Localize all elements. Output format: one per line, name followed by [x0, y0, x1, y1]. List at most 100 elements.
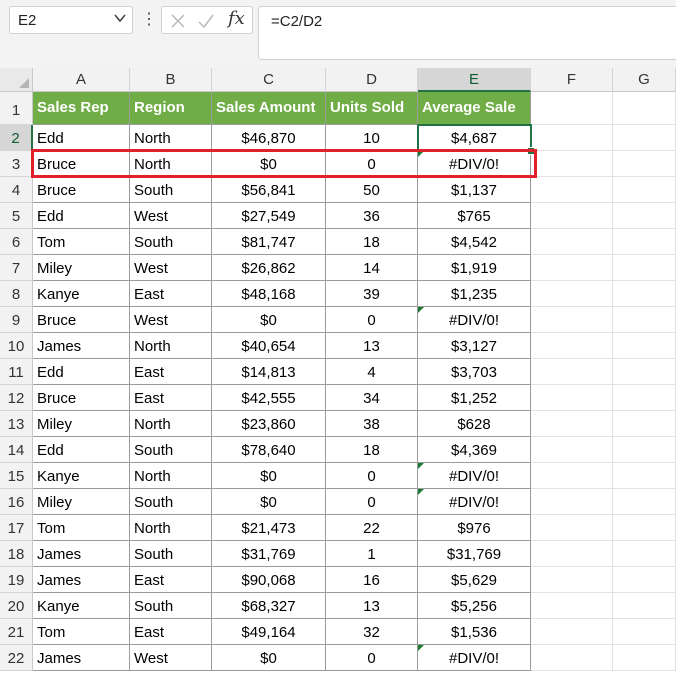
sales-rep-cell[interactable]: Miley	[33, 255, 130, 281]
row-header-20[interactable]: 20	[0, 593, 33, 619]
empty-cell[interactable]	[613, 125, 676, 151]
row-header-19[interactable]: 19	[0, 567, 33, 593]
empty-cell[interactable]	[531, 593, 613, 619]
sales-rep-cell[interactable]: Kanye	[33, 593, 130, 619]
empty-cell[interactable]	[613, 411, 676, 437]
sales-rep-cell[interactable]: Tom	[33, 619, 130, 645]
units-sold-cell[interactable]: 0	[326, 151, 418, 177]
empty-cell[interactable]	[531, 619, 613, 645]
sales-amount-cell[interactable]: $21,473	[212, 515, 326, 541]
empty-cell[interactable]	[531, 125, 613, 151]
sales-rep-cell[interactable]: Edd	[33, 203, 130, 229]
sales-rep-cell[interactable]: James	[33, 541, 130, 567]
units-sold-cell[interactable]: 0	[326, 645, 418, 671]
average-sale-cell[interactable]: $3,703	[418, 359, 531, 385]
empty-cell[interactable]	[613, 92, 676, 125]
region-cell[interactable]: North	[130, 125, 212, 151]
sales-amount-cell[interactable]: $42,555	[212, 385, 326, 411]
units-sold-cell[interactable]: 39	[326, 281, 418, 307]
sales-amount-cell[interactable]: $40,654	[212, 333, 326, 359]
average-sale-cell[interactable]: #DIV/0!	[418, 645, 531, 671]
region-cell[interactable]: North	[130, 411, 212, 437]
sales-amount-cell[interactable]: $49,164	[212, 619, 326, 645]
row-header-22[interactable]: 22	[0, 645, 33, 671]
empty-cell[interactable]	[613, 567, 676, 593]
header-cell[interactable]: Units Sold	[326, 92, 418, 125]
row-header-8[interactable]: 8	[0, 281, 33, 307]
region-cell[interactable]: South	[130, 489, 212, 515]
empty-cell[interactable]	[531, 229, 613, 255]
sales-rep-cell[interactable]: Miley	[33, 411, 130, 437]
sales-rep-cell[interactable]: James	[33, 645, 130, 671]
units-sold-cell[interactable]: 22	[326, 515, 418, 541]
units-sold-cell[interactable]: 14	[326, 255, 418, 281]
row-header-12[interactable]: 12	[0, 385, 33, 411]
error-indicator-icon[interactable]	[418, 463, 424, 469]
empty-cell[interactable]	[531, 645, 613, 671]
empty-cell[interactable]	[531, 333, 613, 359]
units-sold-cell[interactable]: 0	[326, 489, 418, 515]
sales-rep-cell[interactable]: James	[33, 567, 130, 593]
empty-cell[interactable]	[531, 437, 613, 463]
average-sale-cell[interactable]: #DIV/0!	[418, 307, 531, 333]
enter-check-icon[interactable]	[196, 11, 216, 31]
column-header-b[interactable]: B	[130, 68, 212, 92]
row-header-18[interactable]: 18	[0, 541, 33, 567]
region-cell[interactable]: West	[130, 255, 212, 281]
empty-cell[interactable]	[613, 541, 676, 567]
empty-cell[interactable]	[531, 567, 613, 593]
average-sale-cell[interactable]: $1,235	[418, 281, 531, 307]
region-cell[interactable]: South	[130, 541, 212, 567]
average-sale-cell[interactable]: $4,542	[418, 229, 531, 255]
units-sold-cell[interactable]: 1	[326, 541, 418, 567]
empty-cell[interactable]	[531, 177, 613, 203]
empty-cell[interactable]	[531, 307, 613, 333]
units-sold-cell[interactable]: 32	[326, 619, 418, 645]
header-cell[interactable]: Region	[130, 92, 212, 125]
sales-rep-cell[interactable]: Bruce	[33, 177, 130, 203]
column-header-f[interactable]: F	[531, 68, 613, 92]
units-sold-cell[interactable]: 36	[326, 203, 418, 229]
row-header-16[interactable]: 16	[0, 489, 33, 515]
average-sale-cell[interactable]: $5,629	[418, 567, 531, 593]
formula-input[interactable]: =C2/D2	[258, 6, 676, 60]
empty-cell[interactable]	[613, 359, 676, 385]
select-all-corner[interactable]	[0, 68, 33, 92]
more-options-icon[interactable]: ⋮	[141, 10, 157, 30]
row-header-10[interactable]: 10	[0, 333, 33, 359]
empty-cell[interactable]	[613, 489, 676, 515]
average-sale-cell[interactable]: $976	[418, 515, 531, 541]
empty-cell[interactable]	[613, 333, 676, 359]
sales-rep-cell[interactable]: Edd	[33, 359, 130, 385]
empty-cell[interactable]	[613, 515, 676, 541]
row-header-3[interactable]: 3	[0, 151, 33, 177]
fill-handle[interactable]	[527, 147, 535, 155]
average-sale-cell[interactable]: #DIV/0!	[418, 463, 531, 489]
empty-cell[interactable]	[531, 385, 613, 411]
sales-rep-cell[interactable]: Miley	[33, 489, 130, 515]
header-cell[interactable]: Sales Amount	[212, 92, 326, 125]
region-cell[interactable]: East	[130, 385, 212, 411]
region-cell[interactable]: East	[130, 567, 212, 593]
sales-amount-cell[interactable]: $26,862	[212, 255, 326, 281]
column-header-a[interactable]: A	[33, 68, 130, 92]
empty-cell[interactable]	[531, 463, 613, 489]
sales-amount-cell[interactable]: $27,549	[212, 203, 326, 229]
column-header-g[interactable]: G	[613, 68, 676, 92]
region-cell[interactable]: South	[130, 437, 212, 463]
units-sold-cell[interactable]: 34	[326, 385, 418, 411]
column-header-d[interactable]: D	[326, 68, 418, 92]
column-header-e[interactable]: E	[418, 68, 531, 92]
insert-function-icon[interactable]: fx	[228, 8, 245, 29]
cancel-icon[interactable]	[168, 11, 188, 31]
region-cell[interactable]: East	[130, 359, 212, 385]
empty-cell[interactable]	[531, 151, 613, 177]
error-indicator-icon[interactable]	[418, 151, 424, 157]
row-header-14[interactable]: 14	[0, 437, 33, 463]
region-cell[interactable]: North	[130, 515, 212, 541]
region-cell[interactable]: East	[130, 281, 212, 307]
column-header-c[interactable]: C	[212, 68, 326, 92]
empty-cell[interactable]	[531, 515, 613, 541]
row-header-1[interactable]: 1	[0, 92, 33, 125]
units-sold-cell[interactable]: 10	[326, 125, 418, 151]
